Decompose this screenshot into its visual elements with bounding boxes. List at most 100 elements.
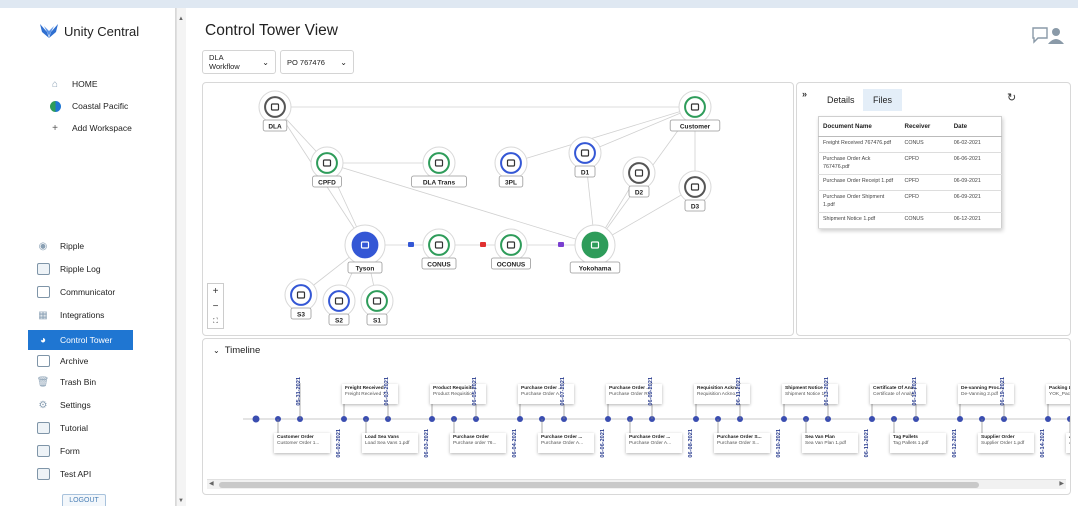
api-icon <box>36 467 50 481</box>
graph-node-yokohama[interactable]: Yokohama <box>569 224 621 274</box>
timeline-date: 06-15-2021 <box>912 377 918 406</box>
timeline-scrollbar[interactable]: ◀ ▶ <box>207 479 1066 489</box>
timeline-dot[interactable] <box>1045 416 1051 422</box>
sidebar-item-test-api[interactable]: Test API <box>36 464 176 484</box>
graph-node-conus[interactable]: CONUS <box>421 228 457 270</box>
timeline-dot[interactable] <box>429 416 435 422</box>
sidebar-item-label: Ripple Log <box>60 264 101 274</box>
timeline-event-card[interactable]: Advanced Shipm...Advanced Shipme... <box>1066 433 1070 453</box>
timeline-event-card[interactable]: Supplier Order Supplier Order 1.pdf <box>978 433 1034 453</box>
sidebar-item-integrations[interactable]: ▦ Integrations <box>36 305 176 325</box>
sidebar-item-ripple-log[interactable]: Ripple Log <box>36 259 176 279</box>
target-icon <box>428 152 450 174</box>
trash-icon: 🗑 <box>36 376 50 388</box>
graph-canvas[interactable]: DLA Customer CPFD DLA Trans 3PL D1 D2 D3 Tyson CO… <box>203 83 793 335</box>
timeline-event-card[interactable]: Tag Pallets Tag Pallets 1.pdf <box>890 433 946 453</box>
zoom-in-button[interactable]: + <box>208 284 223 299</box>
sidebar-item-settings[interactable]: ⚙ Settings <box>36 395 176 415</box>
graph-node-s3[interactable]: S3 <box>284 278 318 320</box>
timeline-event-card[interactable]: Customer Order Customer Order 1... <box>274 433 330 453</box>
table-row[interactable]: Freight Received 767476.pdf CONUS 06-02-20… <box>818 136 1002 153</box>
table-row[interactable]: Purchase Order Shipment 1.pdf CPFD 06-09-2… <box>818 190 1002 213</box>
timeline-dot[interactable] <box>517 416 523 422</box>
timeline-dot[interactable] <box>252 415 260 423</box>
cell-date: 06-09-2021 <box>949 174 1002 191</box>
graph-node-customer[interactable]: Customer <box>669 90 721 132</box>
sidebar-item-communicator[interactable]: Communicator <box>36 282 176 302</box>
timeline-date: 06-06-2021 <box>600 429 606 458</box>
sidebar: Unity Central ⌂ HOME Coastal Pacific + A… <box>26 8 176 506</box>
zoom-controls: + − ⛶ <box>207 283 224 329</box>
warehouse-icon <box>574 142 596 164</box>
cell-date: 06-12-2021 <box>949 212 1002 229</box>
app-name: Unity Central <box>64 24 140 39</box>
target-icon <box>316 152 338 174</box>
timeline-event-card[interactable]: Purchase Order ... Purchase Order A... <box>626 433 682 453</box>
zoom-out-button[interactable]: − <box>208 299 223 314</box>
page-title: Control Tower View <box>205 22 338 39</box>
logout-button[interactable]: LOGOUT <box>62 494 106 506</box>
network-graph[interactable]: DLA Customer CPFD DLA Trans 3PL D1 D2 D3 Tyson CO… <box>202 82 794 336</box>
sidebar-scrollbar[interactable]: ▲ ▼ <box>176 8 186 506</box>
timeline-event-card[interactable]: Purchase Order Purchase order 76... <box>450 433 506 453</box>
timeline-axis <box>243 383 1071 433</box>
fit-view-button[interactable]: ⛶ <box>208 314 223 329</box>
timeline-event-card[interactable]: Purchase Order ... Purchase Order A... <box>538 433 594 453</box>
tab-details[interactable]: Details <box>817 89 865 111</box>
graph-node-s2[interactable]: S2 <box>322 284 356 326</box>
sidebar-item-archive[interactable]: Archive <box>36 351 176 371</box>
sidebar-item-form[interactable]: Form <box>36 441 176 461</box>
timeline-event-card[interactable]: Purchase Order S... Purchase Order S... <box>714 433 770 453</box>
timeline-dot[interactable] <box>693 416 699 422</box>
scroll-up-icon[interactable]: ▲ <box>178 16 184 22</box>
scrollbar-thumb[interactable] <box>219 482 979 488</box>
event-file: Sea Van Plan 1.pdf <box>805 441 846 446</box>
timeline-dot[interactable] <box>957 416 963 422</box>
graph-node-3pl[interactable]: 3PL <box>494 146 528 188</box>
tab-files[interactable]: Files <box>863 89 903 111</box>
cell-receiver: CPFD <box>900 190 950 213</box>
truck-icon <box>480 242 486 247</box>
chat-user-icon[interactable] <box>1031 26 1065 44</box>
graph-node-label: D2 <box>635 190 644 197</box>
graph-node-tyson[interactable]: Tyson <box>344 224 386 274</box>
refresh-icon[interactable]: ↻ <box>1007 91 1016 104</box>
table-row[interactable]: Purchase Order Receipt 1.pdf CPFD 06-09-20… <box>818 174 1002 191</box>
sidebar-item-trash-bin[interactable]: 🗑 Trash Bin <box>36 372 176 392</box>
po-select[interactable]: PO 767476 ⌄ <box>280 50 354 74</box>
timeline-dot[interactable] <box>1067 416 1071 422</box>
table-row[interactable]: Shipment Notice 1.pdf CONUS 06-12-2021 <box>818 212 1002 229</box>
table-row[interactable]: Purchase Order Ack 767476.pdf CPFD 06-06-2… <box>818 152 1002 175</box>
timeline-dot[interactable] <box>341 416 347 422</box>
sidebar-item-label: Coastal Pacific <box>72 101 129 111</box>
timeline-date: 06-05-2021 <box>472 377 478 406</box>
timeline-event-card[interactable]: Load Sea Vans Load Sea Vans 1.pdf <box>362 433 418 453</box>
event-file: Load Sea Vans 1.pdf <box>365 441 410 446</box>
scroll-right-icon[interactable]: ▶ <box>1059 480 1064 487</box>
column-document-name: Document Name <box>818 116 901 137</box>
scroll-down-icon[interactable]: ▼ <box>178 498 184 504</box>
timeline-event-card[interactable]: Packing ListYOK_Packing_List... <box>1046 384 1070 404</box>
graph-node-oconus[interactable]: OCONUS <box>490 228 531 270</box>
graph-node-dlatrans[interactable]: DLA Trans <box>411 146 467 188</box>
workflow-select[interactable]: DLA Workflow ⌄ <box>202 50 276 74</box>
timeline-dot[interactable] <box>869 416 875 422</box>
collapse-icon[interactable]: » <box>802 89 816 103</box>
sidebar-item-tutorial[interactable]: Tutorial <box>36 418 176 438</box>
graph-node-dla[interactable]: DLA <box>258 90 292 132</box>
column-date: Date <box>949 116 1002 137</box>
sidebar-item-home[interactable]: ⌂ HOME <box>48 74 188 94</box>
scroll-left-icon[interactable]: ◀ <box>209 480 214 487</box>
sidebar-item-ripple[interactable]: ◉ Ripple <box>36 236 176 256</box>
graph-node-d1[interactable]: D1 <box>568 136 602 178</box>
timeline-dot[interactable] <box>605 416 611 422</box>
archive-icon <box>36 354 50 368</box>
timeline-dot[interactable] <box>781 416 787 422</box>
sidebar-item-coastal-pacific[interactable]: Coastal Pacific <box>48 96 188 116</box>
graph-node-s1[interactable]: S1 <box>360 284 394 326</box>
timeline-event-card[interactable]: Sea Van Plan Sea Van Plan 1.pdf <box>802 433 858 453</box>
graph-node-cpfd[interactable]: CPFD <box>310 146 344 188</box>
sidebar-item-control-tower[interactable]: ◕ Control Tower <box>28 330 133 350</box>
sidebar-item-add-workspace[interactable]: + Add Workspace <box>48 118 188 138</box>
graph-node-d3[interactable]: D3 <box>678 170 712 212</box>
